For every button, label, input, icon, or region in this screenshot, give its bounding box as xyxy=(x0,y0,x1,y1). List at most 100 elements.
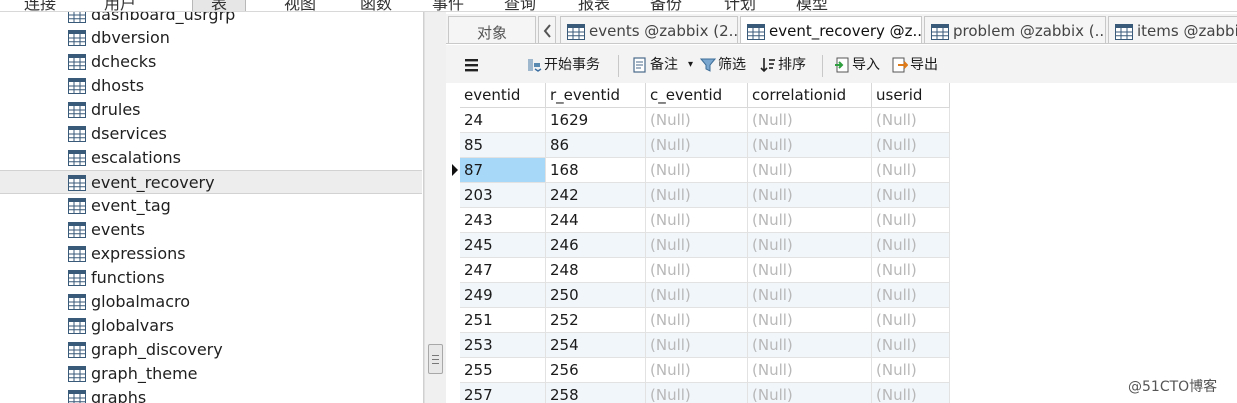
tree-item[interactable]: graph_discovery xyxy=(0,338,422,362)
tab-document[interactable]: event_recovery @z... xyxy=(740,16,922,43)
menu-query[interactable]: 查询 xyxy=(504,0,536,11)
menu-view[interactable]: 视图 xyxy=(284,0,316,11)
tree-item[interactable]: event_recovery xyxy=(0,170,422,194)
tree-item[interactable]: events xyxy=(0,218,422,242)
table-cell[interactable]: (Null) xyxy=(646,333,748,358)
note-button[interactable]: 备注 ▾ xyxy=(632,55,696,77)
table-cell[interactable]: (Null) xyxy=(748,133,872,158)
table-cell[interactable]: (Null) xyxy=(748,358,872,383)
begin-transaction-button[interactable]: 开始事务 xyxy=(526,55,610,77)
tree-item[interactable]: drules xyxy=(0,98,422,122)
column-header[interactable]: correlationid xyxy=(748,83,872,108)
table-cell[interactable]: (Null) xyxy=(872,133,950,158)
table-cell[interactable]: (Null) xyxy=(872,258,950,283)
menu-user[interactable]: 用户 xyxy=(104,0,136,11)
table-cell[interactable]: (Null) xyxy=(748,258,872,283)
table-cell[interactable]: (Null) xyxy=(748,283,872,308)
table-cell[interactable]: (Null) xyxy=(646,183,748,208)
table-cell[interactable]: (Null) xyxy=(748,308,872,333)
table-cell[interactable]: (Null) xyxy=(748,383,872,403)
tree-item[interactable]: dbversion xyxy=(0,26,422,50)
table-cell[interactable]: (Null) xyxy=(872,358,950,383)
table-cell[interactable]: (Null) xyxy=(872,233,950,258)
tree-item[interactable]: escalations xyxy=(0,146,422,170)
table-cell[interactable]: (Null) xyxy=(646,208,748,233)
table-cell[interactable]: (Null) xyxy=(748,333,872,358)
table-cell[interactable]: 24 xyxy=(460,108,546,133)
tree-scrollbar[interactable] xyxy=(424,12,446,403)
table-cell[interactable]: (Null) xyxy=(748,233,872,258)
table-cell[interactable]: (Null) xyxy=(646,383,748,403)
menu-schedule[interactable]: 计划 xyxy=(724,0,756,11)
table-cell[interactable]: 250 xyxy=(546,283,646,308)
menu-event[interactable]: 事件 xyxy=(432,0,464,11)
import-button[interactable]: 导入 xyxy=(834,55,890,77)
table-cell[interactable]: (Null) xyxy=(872,308,950,333)
table-cell[interactable]: 254 xyxy=(546,333,646,358)
table-cell[interactable]: (Null) xyxy=(646,108,748,133)
table-cell[interactable]: (Null) xyxy=(646,133,748,158)
menu-backup[interactable]: 备份 xyxy=(650,0,682,11)
table-cell[interactable]: (Null) xyxy=(646,358,748,383)
menu-table[interactable]: 表 xyxy=(192,0,247,11)
table-cell[interactable]: (Null) xyxy=(872,333,950,358)
dropdown-arrow-icon[interactable]: ▾ xyxy=(688,55,693,75)
table-cell[interactable]: (Null) xyxy=(748,208,872,233)
column-header[interactable]: eventid xyxy=(460,83,546,108)
table-cell[interactable]: (Null) xyxy=(748,158,872,183)
table-cell[interactable]: (Null) xyxy=(646,308,748,333)
tree-item[interactable]: graphs xyxy=(0,386,422,403)
tree-item[interactable]: globalvars xyxy=(0,314,422,338)
tab-objects[interactable]: 对象 xyxy=(448,16,536,43)
column-header[interactable]: r_eventid xyxy=(546,83,646,108)
menu-function[interactable]: 函数 xyxy=(360,0,392,11)
table-cell[interactable]: 1629 xyxy=(546,108,646,133)
table-cell[interactable]: (Null) xyxy=(748,183,872,208)
table-cell[interactable]: (Null) xyxy=(872,183,950,208)
table-cell[interactable]: 252 xyxy=(546,308,646,333)
table-cell[interactable]: (Null) xyxy=(872,383,950,403)
table-cell[interactable]: 249 xyxy=(460,283,546,308)
table-cell[interactable]: 168 xyxy=(546,158,646,183)
tab-document[interactable]: problem @zabbix (... xyxy=(924,16,1106,43)
menu-report[interactable]: 报表 xyxy=(578,0,610,11)
tab-document[interactable]: events @zabbix (2... xyxy=(560,16,738,43)
tree-item[interactable]: event_tag xyxy=(0,194,422,218)
table-cell[interactable]: 256 xyxy=(546,358,646,383)
column-header[interactable]: userid xyxy=(872,83,950,108)
table-cell[interactable]: (Null) xyxy=(748,108,872,133)
table-cell[interactable]: (Null) xyxy=(872,108,950,133)
table-cell[interactable]: (Null) xyxy=(646,283,748,308)
table-cell[interactable]: 244 xyxy=(546,208,646,233)
table-cell[interactable]: (Null) xyxy=(872,158,950,183)
table-cell[interactable]: 253 xyxy=(460,333,546,358)
table-cell[interactable]: 245 xyxy=(460,233,546,258)
export-button[interactable]: 导出 xyxy=(892,55,948,77)
table-cell[interactable]: 257 xyxy=(460,383,546,403)
scrollbar-thumb[interactable] xyxy=(428,344,443,374)
tab-scroll-left[interactable] xyxy=(538,16,556,43)
table-cell[interactable]: 251 xyxy=(460,308,546,333)
tree-item[interactable]: dchecks xyxy=(0,50,422,74)
table-cell[interactable]: 86 xyxy=(546,133,646,158)
table-cell[interactable]: 87 xyxy=(460,158,546,183)
tree-item[interactable]: dashboard_usrgrp xyxy=(0,12,422,27)
tree-item[interactable]: expressions xyxy=(0,242,422,266)
table-cell[interactable]: 203 xyxy=(460,183,546,208)
table-cell[interactable]: 247 xyxy=(460,258,546,283)
sort-button[interactable]: 排序 xyxy=(760,55,816,77)
table-cell[interactable]: 85 xyxy=(460,133,546,158)
tab-document[interactable]: items @zabbix xyxy=(1108,16,1237,43)
table-cell[interactable]: (Null) xyxy=(872,283,950,308)
table-cell[interactable]: (Null) xyxy=(646,158,748,183)
table-cell[interactable]: (Null) xyxy=(646,258,748,283)
tree-item[interactable]: globalmacro xyxy=(0,290,422,314)
tree-item[interactable]: dservices xyxy=(0,122,422,146)
tree-item[interactable]: graph_theme xyxy=(0,362,422,386)
menu-connection[interactable]: 连接 xyxy=(24,0,56,11)
table-cell[interactable]: 248 xyxy=(546,258,646,283)
table-cell[interactable]: (Null) xyxy=(646,233,748,258)
menu-model[interactable]: 模型 xyxy=(796,0,828,11)
table-cell[interactable]: 255 xyxy=(460,358,546,383)
tree-item[interactable]: functions xyxy=(0,266,422,290)
